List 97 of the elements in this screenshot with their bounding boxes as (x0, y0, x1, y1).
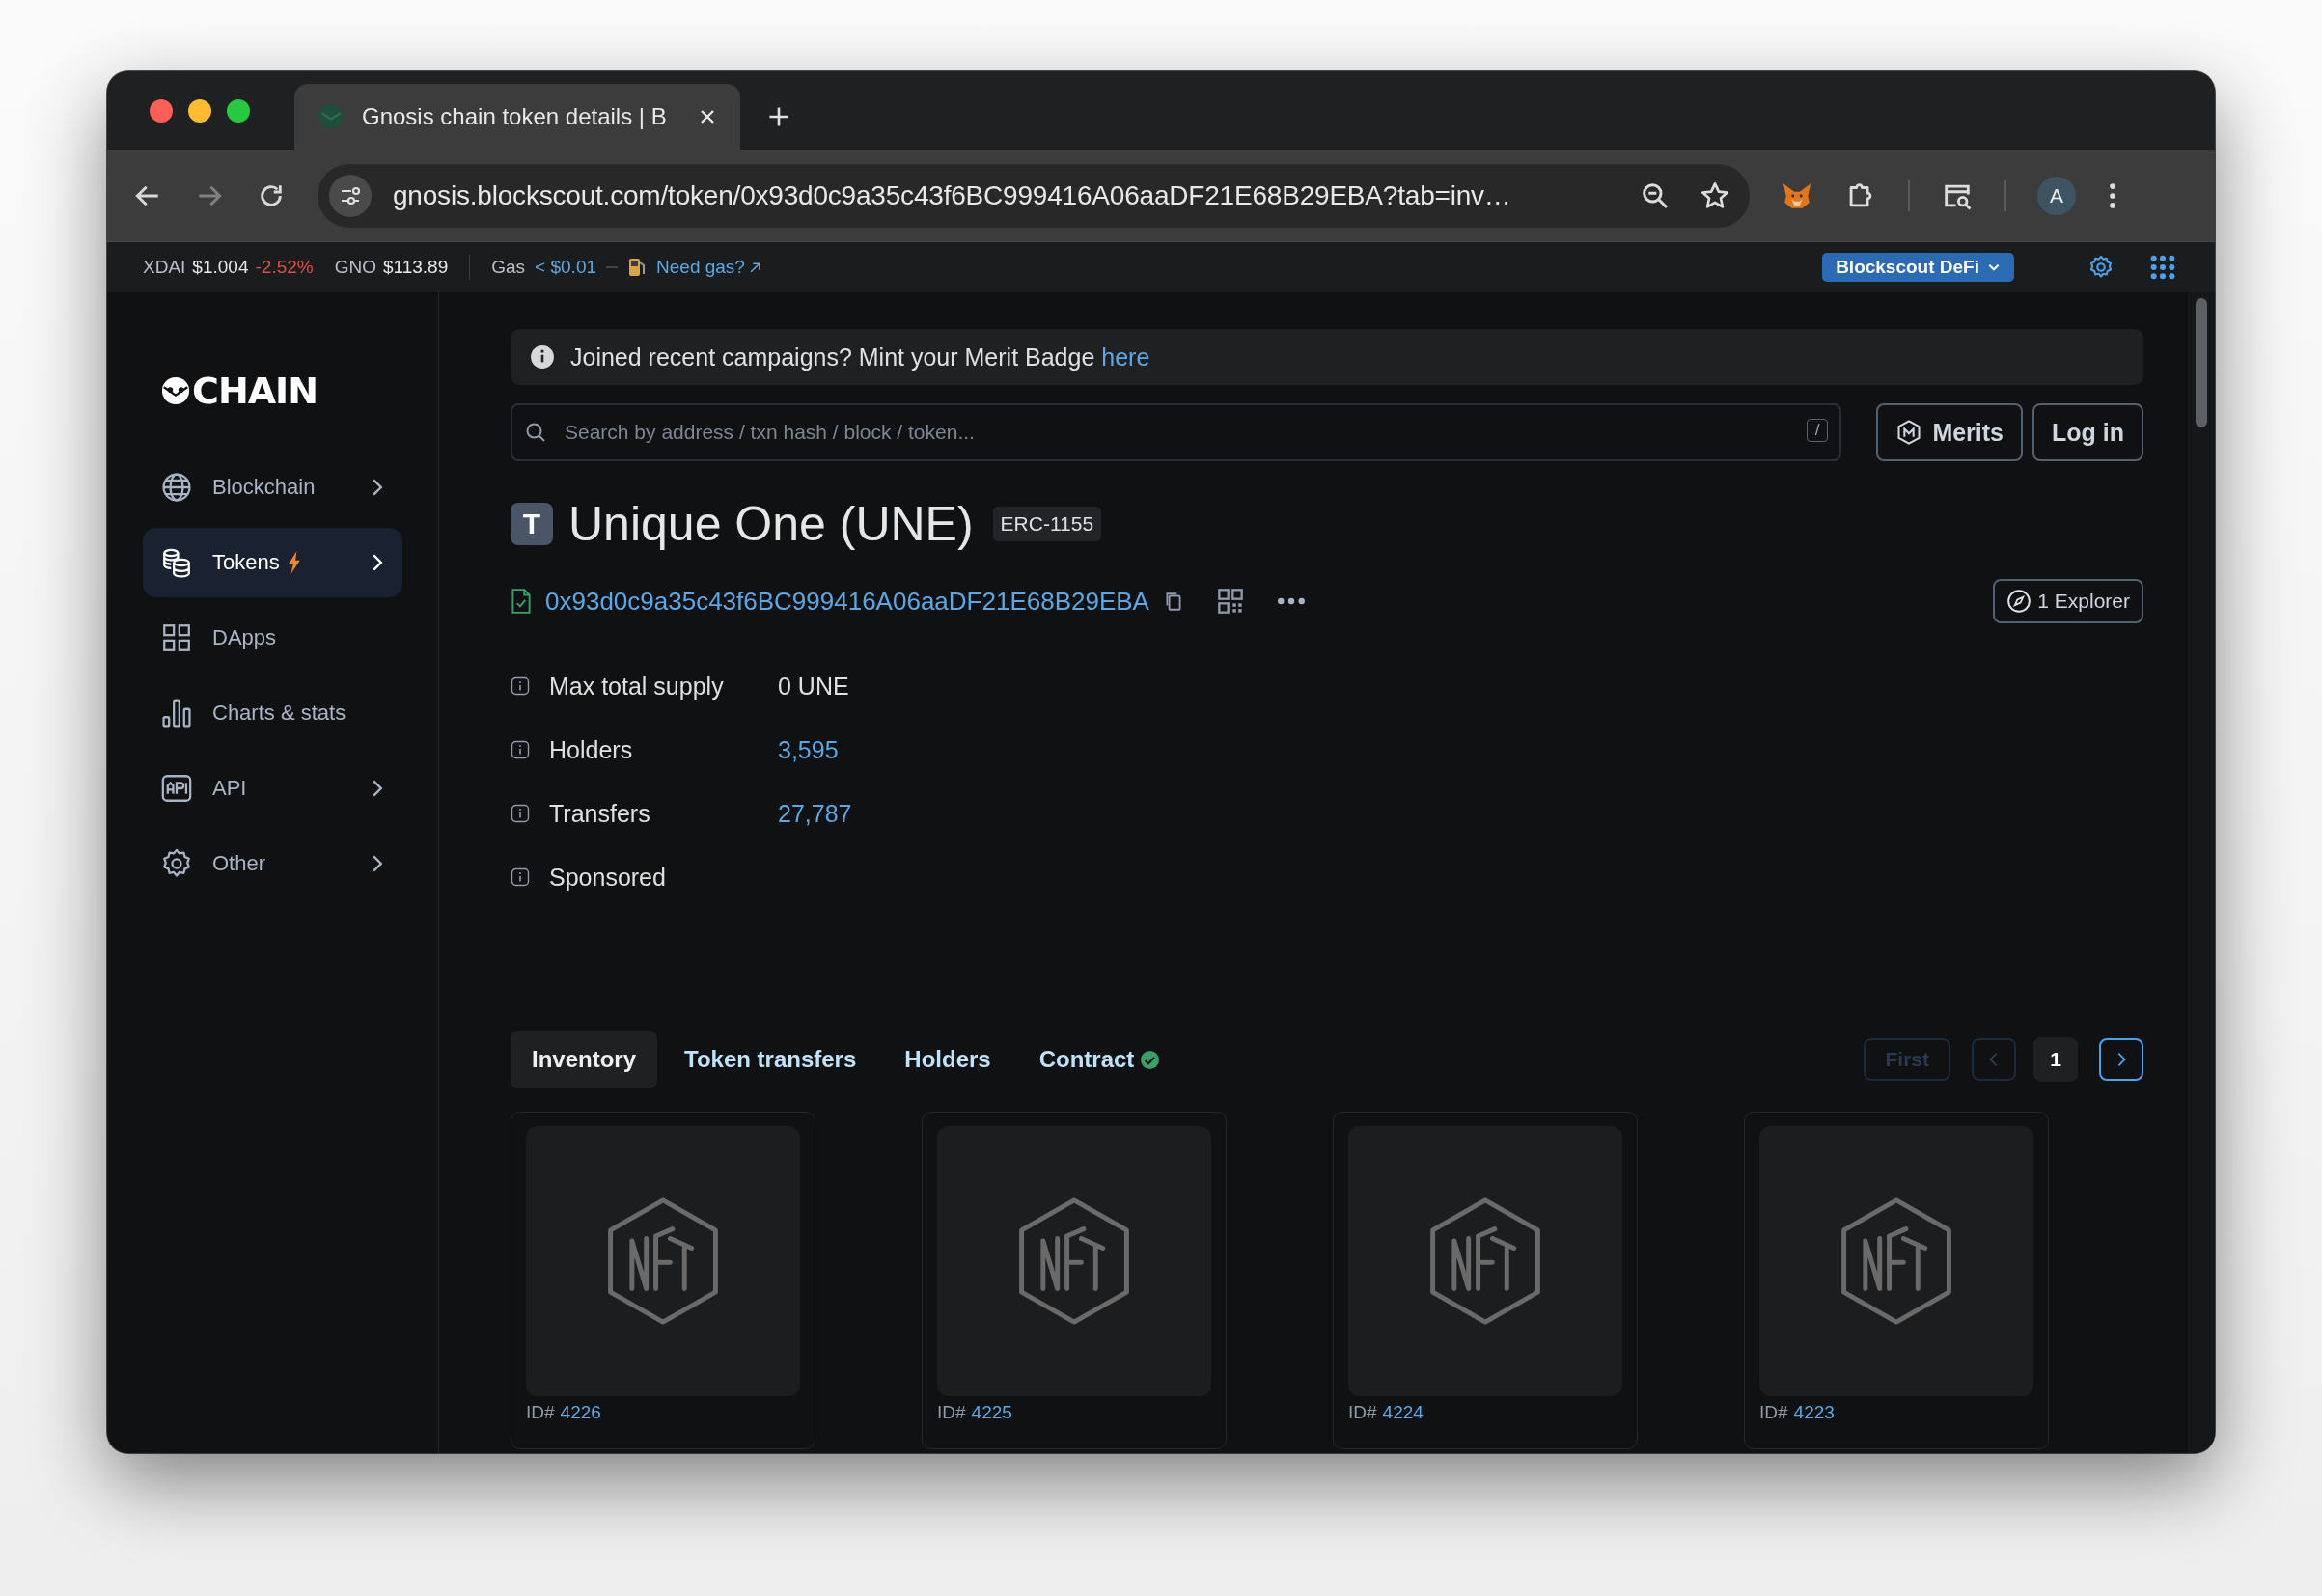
sidebar-item[interactable]: API (143, 754, 402, 823)
address-bar[interactable]: gnosis.blockscout.com/token/0x93d0c9a35c43f6BC999416A06aaDF21E68B29EBA?tab=inv… (318, 163, 1750, 228)
bookmark-star-icon[interactable] (1700, 179, 1730, 211)
hexagon-badge-icon (1895, 419, 1923, 446)
fuel-pump-icon (627, 257, 648, 278)
grid-icon (160, 621, 193, 654)
new-tab-icon[interactable] (767, 105, 790, 128)
chevron-right-icon (371, 477, 383, 498)
scrollbar-thumb[interactable] (2196, 298, 2207, 427)
sidebar-label: Tokens (212, 550, 280, 575)
gear-icon (160, 847, 193, 880)
id-label: ID# (526, 1402, 555, 1423)
id-label: ID# (1348, 1402, 1377, 1423)
sidebar-item[interactable]: Tokens (143, 528, 402, 597)
price-value: $113.89 (382, 257, 449, 278)
check-circle-icon (1140, 1049, 1161, 1070)
price-change: -2.52% (255, 257, 314, 278)
shortcut-key: / (1806, 419, 1829, 442)
detail-value-link[interactable]: 3,595 (778, 735, 839, 764)
qr-code-icon[interactable] (1216, 588, 1244, 615)
token-id-link[interactable]: 4223 (1793, 1402, 1835, 1423)
nft-card[interactable]: ID# 4224 (1333, 1112, 1638, 1449)
api-icon (160, 772, 193, 805)
detail-label: Max total supply (549, 672, 725, 701)
here-link[interactable]: here (1101, 343, 1150, 371)
compass-icon (2006, 589, 2032, 614)
gas-label: Gas (491, 257, 526, 278)
page-tab[interactable]: Token transfers (663, 1031, 878, 1088)
sidebar-label: DApps (212, 625, 277, 650)
sidebar-item[interactable]: DApps (143, 603, 402, 673)
minimize-window-button[interactable] (188, 98, 211, 123)
gas-price[interactable]: < $0.01 (535, 257, 597, 278)
current-page: 1 (2033, 1037, 2078, 1082)
page-tab[interactable]: Inventory (511, 1031, 658, 1088)
token-id-link[interactable]: 4225 (971, 1402, 1012, 1423)
info-icon[interactable] (511, 740, 530, 759)
more-icon[interactable] (1276, 596, 1306, 606)
id-label: ID# (1759, 1402, 1788, 1423)
sidebar-label: Charts & stats (212, 701, 346, 726)
external-link-icon (748, 261, 761, 274)
logo-text: CHAIN (192, 370, 318, 412)
sidebar-label: Other (212, 851, 266, 876)
browser-tab[interactable]: Gnosis chain token details | B (294, 84, 740, 150)
globe-icon (160, 471, 193, 504)
contract-address-link[interactable]: 0x93d0c9a35c43f6BC999416A06aaDF21E68B29EBA (545, 586, 1149, 617)
chevron-right-icon (371, 552, 383, 573)
url-text: gnosis.blockscout.com/token/0x93d0c9a35c43f6BC999416A06aaDF21E68B29EBA?tab=inv… (393, 179, 1512, 211)
page-tab[interactable]: Contract (1017, 1031, 1182, 1088)
info-icon[interactable] (511, 676, 530, 696)
detail-value-link[interactable]: 27,787 (778, 799, 852, 828)
detail-label: Transfers (549, 799, 651, 828)
explorer-button[interactable]: 1 Explorer (1993, 579, 2143, 623)
token-standard-tag: ERC-1155 (992, 507, 1102, 541)
apps-grid-icon[interactable] (2149, 254, 2176, 281)
sidebar-label: API (212, 776, 247, 801)
page-tab[interactable]: Holders (883, 1031, 1012, 1088)
login-button[interactable]: Log in (2032, 403, 2143, 461)
lightning-icon (287, 551, 301, 574)
detail-value: 0 UNE (778, 672, 849, 701)
price-label: XDAI (143, 257, 186, 278)
need-gas-link[interactable]: Need gas? (656, 257, 761, 278)
sidebar-label: Blockchain (212, 475, 316, 500)
info-icon[interactable] (511, 867, 530, 887)
network-dropdown[interactable]: Blockscout DeFi (1822, 253, 2014, 282)
detail-label: Holders (549, 735, 634, 764)
banner-text: Joined recent campaigns? Mint your Merit Badge here (570, 343, 1150, 371)
token-title: Unique One (UNE) (568, 496, 974, 552)
info-icon[interactable] (511, 804, 530, 823)
nft-card[interactable]: ID# 4223 (1744, 1112, 2049, 1449)
profile-avatar[interactable]: A (2037, 176, 2076, 215)
token-id-link[interactable]: 4224 (1382, 1402, 1424, 1423)
tab-title: Gnosis chain token details | B (362, 103, 668, 130)
nft-card[interactable]: ID# 4226 (511, 1112, 815, 1449)
bar-chart-icon (160, 697, 193, 729)
sidebar-item[interactable]: Blockchain (143, 453, 402, 522)
price-label: GNO (334, 257, 376, 278)
chevron-right-icon (371, 778, 383, 799)
zoom-window-button[interactable] (227, 98, 250, 123)
site-settings-icon[interactable] (329, 174, 372, 217)
id-label: ID# (937, 1402, 966, 1423)
next-page-button[interactable] (2099, 1038, 2143, 1081)
close-window-button[interactable] (150, 98, 173, 123)
chevron-left-icon (1988, 1051, 2000, 1068)
coins-icon (160, 546, 193, 579)
sidebar-item[interactable]: Other (143, 829, 402, 898)
nft-card[interactable]: ID# 4225 (922, 1112, 1227, 1449)
search-icon (524, 421, 547, 444)
sidebar-item[interactable]: Charts & stats (143, 678, 402, 748)
token-id-link[interactable]: 4226 (560, 1402, 601, 1423)
chevron-right-icon (371, 853, 383, 874)
info-icon (530, 344, 555, 370)
chevron-right-icon (2115, 1051, 2127, 1068)
price-value: $1.004 (192, 257, 249, 278)
owl-logo-icon (161, 376, 190, 405)
token-avatar: T (511, 503, 553, 545)
merits-button[interactable]: Merits (1876, 403, 2023, 461)
detail-label: Sponsored (549, 863, 667, 892)
